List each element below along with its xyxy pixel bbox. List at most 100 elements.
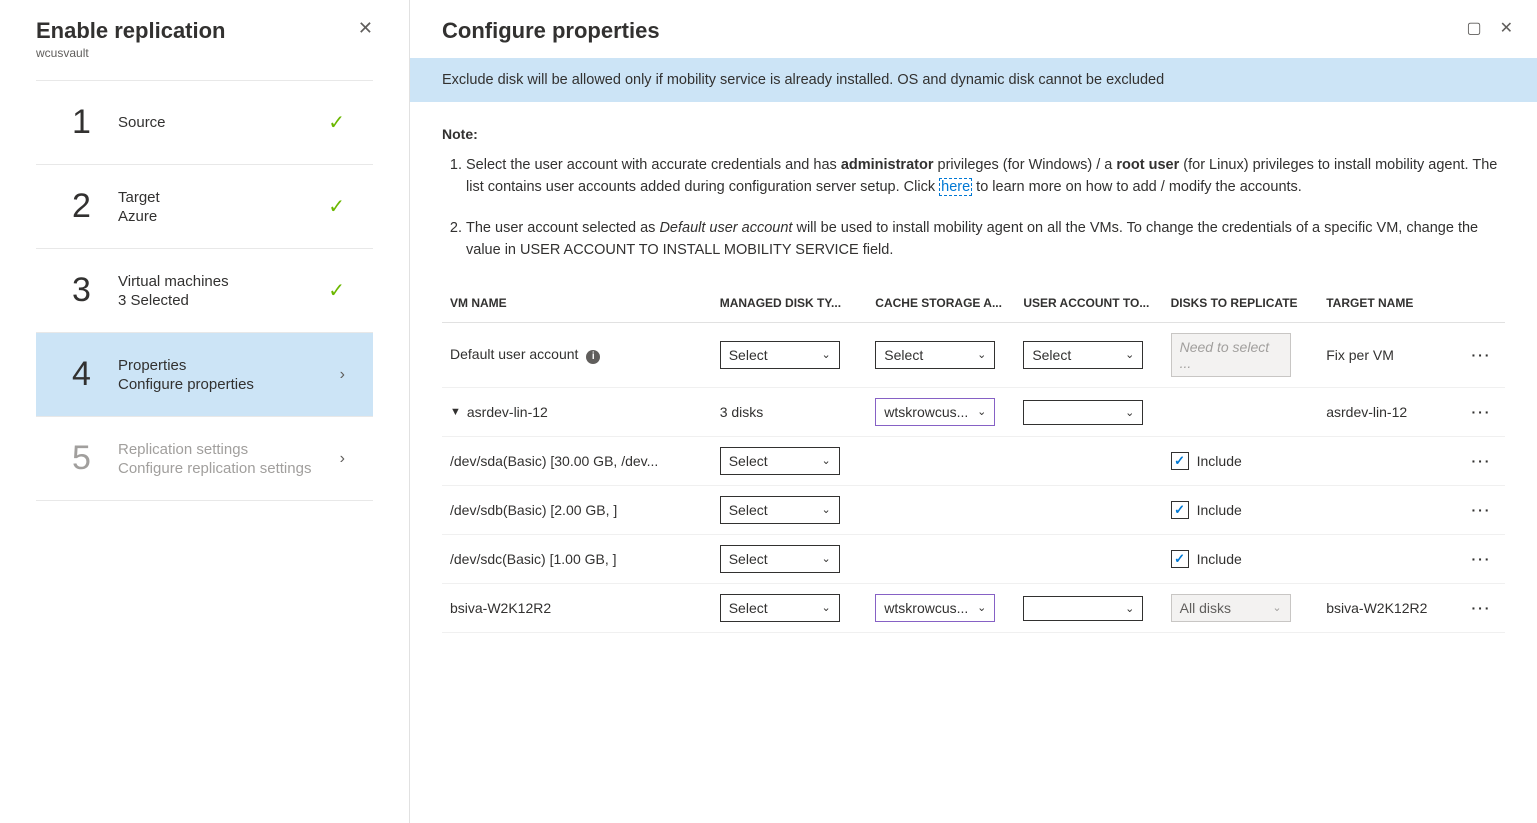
disk-type-select[interactable]: Select⌄ xyxy=(720,447,840,475)
col-user-account[interactable]: USER ACCOUNT TO... xyxy=(1015,286,1162,323)
chevron-down-icon: ⌄ xyxy=(821,503,830,516)
table-row-vm: bsiva-W2K12R2 Select⌄ wtskrowcus...⌄ ⌄ A… xyxy=(442,583,1505,632)
step-sublabel: Configure properties xyxy=(118,376,340,393)
target-name-value: bsiva-W2K12R2 xyxy=(1318,583,1463,632)
page-title: Configure properties xyxy=(442,18,660,44)
disk-type-select[interactable]: Select⌄ xyxy=(720,545,840,573)
managed-disk-select[interactable]: Select⌄ xyxy=(720,594,840,622)
step-source[interactable]: 1 Source ✓ xyxy=(36,80,373,164)
close-icon[interactable]: ✕ xyxy=(358,18,373,39)
sidebar-title: Enable replication xyxy=(36,18,226,44)
step-properties[interactable]: 4 Properties Configure properties › xyxy=(36,332,373,416)
close-icon[interactable]: ✕ xyxy=(1500,18,1513,38)
sidebar-subtitle: wcusvault xyxy=(36,46,226,60)
checkbox-checked-icon: ✓ xyxy=(1171,452,1189,470)
note-item-1: Select the user account with accurate cr… xyxy=(466,154,1505,199)
disks-select: Need to select ... xyxy=(1171,333,1291,377)
step-replication-settings[interactable]: 5 Replication settings Configure replica… xyxy=(36,416,373,500)
target-name-value: Fix per VM xyxy=(1318,322,1463,387)
maximize-icon[interactable]: ▢ xyxy=(1466,18,1481,38)
chevron-down-icon: ⌄ xyxy=(1125,348,1134,361)
info-banner: Exclude disk will be allowed only if mob… xyxy=(410,58,1537,102)
chevron-down-icon: ⌄ xyxy=(977,348,986,361)
disk-type-select[interactable]: Select⌄ xyxy=(720,496,840,524)
table-row-default: Default user account i Select⌄ Select⌄ S… xyxy=(442,322,1505,387)
include-label: Include xyxy=(1197,453,1242,469)
sidebar-header: Enable replication wcusvault ✕ xyxy=(0,18,409,80)
chevron-down-icon: ⌄ xyxy=(821,348,830,361)
step-number: 1 xyxy=(72,103,108,142)
step-vms[interactable]: 3 Virtual machines 3 Selected ✓ xyxy=(36,248,373,332)
col-disks[interactable]: DISKS TO REPLICATE xyxy=(1163,286,1319,323)
target-name-value: asrdev-lin-12 xyxy=(1318,387,1463,436)
disks-select[interactable]: All disks⌄ xyxy=(1171,594,1291,622)
sidebar: Enable replication wcusvault ✕ 1 Source … xyxy=(0,0,410,823)
chevron-right-icon: › xyxy=(340,450,345,468)
row-menu-button[interactable]: ··· xyxy=(1471,502,1491,518)
include-checkbox[interactable]: ✓ Include xyxy=(1171,501,1242,519)
disk-name: /dev/sdb(Basic) [2.00 GB, ] xyxy=(442,485,712,534)
row-label: Default user account xyxy=(450,346,578,362)
info-icon[interactable]: i xyxy=(586,350,600,364)
chevron-down-icon: ⌄ xyxy=(821,601,830,614)
chevron-down-icon: ⌄ xyxy=(977,601,986,614)
cache-storage-select[interactable]: Select⌄ xyxy=(875,341,995,369)
chevron-down-icon: ⌄ xyxy=(821,552,830,565)
include-label: Include xyxy=(1197,502,1242,518)
step-sublabel: 3 Selected xyxy=(118,292,328,309)
include-checkbox[interactable]: ✓ Include xyxy=(1171,550,1242,568)
step-label: Target xyxy=(118,189,328,206)
step-label: Source xyxy=(118,114,328,131)
col-target-name[interactable]: TARGET NAME xyxy=(1318,286,1463,323)
check-icon: ✓ xyxy=(328,194,345,219)
vm-name: asrdev-lin-12 xyxy=(467,404,548,420)
main-panel: Configure properties ▢ ✕ Exclude disk wi… xyxy=(410,0,1537,823)
user-account-select[interactable]: ⌄ xyxy=(1023,400,1143,425)
cache-storage-select[interactable]: wtskrowcus...⌄ xyxy=(875,594,995,622)
col-vm-name[interactable]: VM NAME xyxy=(442,286,712,323)
step-number: 5 xyxy=(72,439,108,478)
step-target[interactable]: 2 Target Azure ✓ xyxy=(36,164,373,248)
step-number: 4 xyxy=(72,355,108,394)
check-icon: ✓ xyxy=(328,278,345,303)
check-icon: ✓ xyxy=(328,110,345,135)
disk-name: /dev/sdc(Basic) [1.00 GB, ] xyxy=(442,534,712,583)
note-heading: Note: xyxy=(442,126,1505,142)
table-row-vm: ▼ asrdev-lin-12 3 disks wtskrowcus...⌄ ⌄… xyxy=(442,387,1505,436)
step-number: 3 xyxy=(72,271,108,310)
col-cache-storage[interactable]: CACHE STORAGE A... xyxy=(867,286,1015,323)
table-row-disk: /dev/sdb(Basic) [2.00 GB, ] Select⌄ ✓ In… xyxy=(442,485,1505,534)
chevron-down-icon: ⌄ xyxy=(1125,406,1134,419)
step-sublabel: Configure replication settings xyxy=(118,460,340,477)
chevron-down-icon: ⌄ xyxy=(821,454,830,467)
row-menu-button[interactable]: ··· xyxy=(1471,551,1491,567)
content-area: Note: Select the user account with accur… xyxy=(410,102,1537,657)
chevron-right-icon: › xyxy=(340,366,345,384)
row-menu-button[interactable]: ··· xyxy=(1471,453,1491,469)
checkbox-checked-icon: ✓ xyxy=(1171,550,1189,568)
properties-table: VM NAME MANAGED DISK TY... CACHE STORAGE… xyxy=(442,286,1505,633)
row-menu-button[interactable]: ··· xyxy=(1471,600,1491,616)
note-item-2: The user account selected as Default use… xyxy=(466,217,1505,262)
row-menu-button[interactable]: ··· xyxy=(1471,404,1491,420)
checkbox-checked-icon: ✓ xyxy=(1171,501,1189,519)
step-label: Properties xyxy=(118,357,340,374)
managed-disk-value: 3 disks xyxy=(712,387,868,436)
managed-disk-select[interactable]: Select⌄ xyxy=(720,341,840,369)
disk-name: /dev/sda(Basic) [30.00 GB, /dev... xyxy=(442,436,712,485)
include-label: Include xyxy=(1197,551,1242,567)
step-sublabel: Azure xyxy=(118,208,328,225)
step-number: 2 xyxy=(72,187,108,226)
learn-more-link[interactable]: here xyxy=(939,178,972,196)
include-checkbox[interactable]: ✓ Include xyxy=(1171,452,1242,470)
col-managed-disk[interactable]: MANAGED DISK TY... xyxy=(712,286,868,323)
user-account-select[interactable]: ⌄ xyxy=(1023,596,1143,621)
table-row-disk: /dev/sda(Basic) [30.00 GB, /dev... Selec… xyxy=(442,436,1505,485)
chevron-down-icon: ⌄ xyxy=(1125,602,1134,615)
main-header: Configure properties ▢ ✕ xyxy=(410,0,1537,58)
expand-toggle-icon[interactable]: ▼ xyxy=(450,406,461,418)
row-menu-button[interactable]: ··· xyxy=(1471,347,1491,363)
cache-storage-select[interactable]: wtskrowcus...⌄ xyxy=(875,398,995,426)
table-row-disk: /dev/sdc(Basic) [1.00 GB, ] Select⌄ ✓ In… xyxy=(442,534,1505,583)
user-account-select[interactable]: Select⌄ xyxy=(1023,341,1143,369)
